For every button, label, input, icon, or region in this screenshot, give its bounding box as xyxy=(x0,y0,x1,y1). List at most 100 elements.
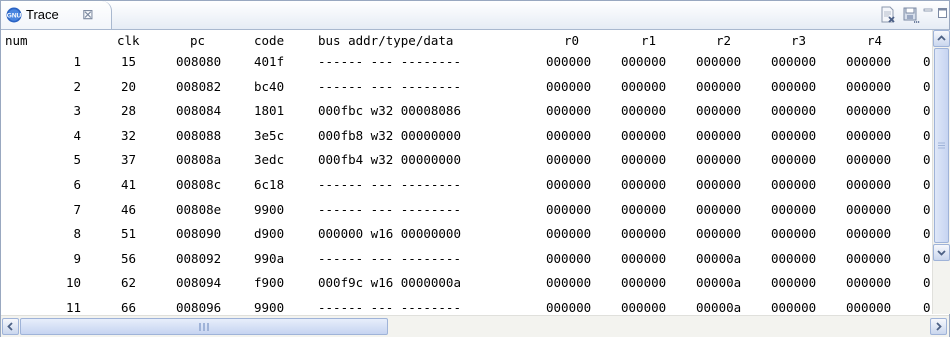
cell-pc: 008080 xyxy=(176,54,222,69)
cell-num: 8 xyxy=(73,226,81,242)
cell-r4: 000000 xyxy=(846,300,892,314)
cell-clk: 15 xyxy=(120,54,136,69)
cell-num: 2 xyxy=(73,78,81,94)
cell-r4: 000000 xyxy=(846,226,892,242)
cell-r1: 000000 xyxy=(621,300,667,314)
scroll-right-button[interactable] xyxy=(930,318,947,335)
horizontal-scroll-thumb[interactable] xyxy=(20,318,388,335)
cell-pc: 00808e xyxy=(176,201,222,217)
gnu-icon: GNU xyxy=(6,7,22,23)
cell-code: 1801 xyxy=(254,103,285,119)
column-header[interactable]: num xyxy=(5,33,28,48)
cell-r0: 000000 xyxy=(546,152,592,168)
column-header[interactable]: r2 xyxy=(716,33,731,48)
view-tab-bar: GNU Trace ⊠ xyxy=(1,1,949,30)
cell-bus: 000fb4 w32 00000000 xyxy=(318,152,461,168)
cell-r0: 000000 xyxy=(546,103,592,119)
cell-r4: 000000 xyxy=(846,275,892,291)
cell-r0: 000000 xyxy=(546,78,592,94)
cell-r0: 000000 xyxy=(546,226,592,242)
cell-bus: 000fbc w32 00008086 xyxy=(318,103,461,119)
table-row[interactable]: 1 15 008080 401f ------ --- -------- 000000 00… xyxy=(1,51,930,72)
scroll-left-button[interactable] xyxy=(2,318,19,335)
table-row[interactable]: 10 62 008094 f900 000f9c w16 0000000a 000000 0… xyxy=(1,272,930,293)
save-trace-icon[interactable] xyxy=(902,6,920,29)
cell-r1: 000000 xyxy=(621,275,667,291)
cell-pc: 00808a xyxy=(176,152,222,168)
table-row[interactable]: 3 28 008084 1801 000fbc w32 00008086 000000 00… xyxy=(1,100,930,121)
cell-r4: 000000 xyxy=(846,78,892,94)
cell-rest: 00 xyxy=(923,226,930,242)
cell-code: 3e5c xyxy=(254,127,285,143)
tab-trace[interactable]: GNU Trace ⊠ xyxy=(1,1,112,29)
column-header[interactable]: r4 xyxy=(867,33,882,48)
cell-code: 401f xyxy=(254,54,285,69)
cell-clk: 20 xyxy=(120,78,136,94)
cell-num: 4 xyxy=(73,127,81,143)
grip-icon xyxy=(938,142,945,149)
column-header[interactable]: r1 xyxy=(641,33,656,48)
scroll-up-button[interactable] xyxy=(933,30,950,47)
cell-r2: 000000 xyxy=(696,226,742,242)
cell-rest: 00 xyxy=(923,275,930,291)
scroll-down-button[interactable] xyxy=(933,244,950,261)
cell-r4: 000000 xyxy=(846,152,892,168)
cell-pc: 008082 xyxy=(176,78,222,94)
clear-trace-icon[interactable] xyxy=(879,6,897,29)
cell-rest: 00 xyxy=(923,250,930,266)
cell-pc: 008084 xyxy=(176,103,222,119)
cell-r3: 000000 xyxy=(771,226,817,242)
cell-num: 11 xyxy=(65,300,81,314)
table-row[interactable]: 5 37 00808a 3edc 000fb4 w32 00000000 000000 00… xyxy=(1,149,930,170)
table-row[interactable]: 2 20 008082 bc40 ------ --- -------- 000000 00… xyxy=(1,76,930,97)
trace-table: num clk pc code bus addr/type/data r0 r1… xyxy=(1,30,930,314)
cell-r1: 000000 xyxy=(621,103,667,119)
cell-r1: 000000 xyxy=(621,201,667,217)
cell-r3: 000000 xyxy=(771,54,817,69)
chevron-right-icon xyxy=(936,322,942,331)
cell-r0: 000000 xyxy=(546,54,592,69)
cell-num: 5 xyxy=(73,152,81,168)
cell-r1: 000000 xyxy=(621,78,667,94)
cell-clk: 41 xyxy=(120,177,136,192)
vertical-scrollbar[interactable] xyxy=(932,30,950,314)
grip-line xyxy=(203,323,205,331)
table-row[interactable]: 9 56 008092 990a ------ --- -------- 000000 00… xyxy=(1,248,930,269)
horizontal-scrollbar[interactable] xyxy=(1,315,949,337)
cell-clk: 37 xyxy=(120,152,136,168)
cell-r2: 00000a xyxy=(696,250,742,266)
cell-r1: 000000 xyxy=(621,226,667,242)
column-header[interactable]: r0 xyxy=(564,33,579,48)
tab-title: Trace xyxy=(26,7,59,22)
vertical-scroll-thumb[interactable] xyxy=(934,48,949,243)
table-row[interactable]: 7 46 00808e 9900 ------ --- -------- 000000 00… xyxy=(1,199,930,220)
cell-clk: 51 xyxy=(120,226,136,242)
table-row[interactable]: 4 32 008088 3e5c 000fb8 w32 00000000 000000 00… xyxy=(1,125,930,146)
cell-bus: ------ --- -------- xyxy=(318,177,461,192)
close-icon[interactable]: ⊠ xyxy=(82,6,94,23)
cell-rest: 00 xyxy=(923,103,930,119)
column-header[interactable]: clk xyxy=(117,33,140,48)
maximize-icon[interactable] xyxy=(937,6,949,25)
cell-r2: 000000 xyxy=(696,54,742,69)
cell-r1: 000000 xyxy=(621,250,667,266)
cell-pc: 008096 xyxy=(176,300,222,314)
column-header[interactable]: code xyxy=(254,33,284,48)
table-header: num clk pc code bus addr/type/data r0 r1… xyxy=(1,30,930,51)
cell-r1: 000000 xyxy=(621,127,667,143)
table-row[interactable]: 11 66 008096 9900 ------ --- -------- 000000 0… xyxy=(1,297,930,314)
cell-code: 9900 xyxy=(254,300,285,314)
cell-pc: 008092 xyxy=(176,250,222,266)
cell-pc: 008090 xyxy=(176,226,222,242)
column-header[interactable]: pc xyxy=(190,33,205,48)
cell-r3: 000000 xyxy=(771,78,817,94)
table-row[interactable]: 6 41 00808c 6c18 ------ --- -------- 000000 00… xyxy=(1,174,930,195)
column-header[interactable]: bus addr/type/data xyxy=(318,33,453,48)
cell-r1: 000000 xyxy=(621,54,667,69)
minimize-icon[interactable] xyxy=(923,6,933,25)
cell-num: 1 xyxy=(73,54,81,69)
cell-r3: 000000 xyxy=(771,250,817,266)
column-header[interactable]: r3 xyxy=(791,33,806,48)
cell-r0: 000000 xyxy=(546,300,592,314)
table-row[interactable]: 8 51 008090 d900 000000 w16 00000000 000000 00… xyxy=(1,223,930,244)
